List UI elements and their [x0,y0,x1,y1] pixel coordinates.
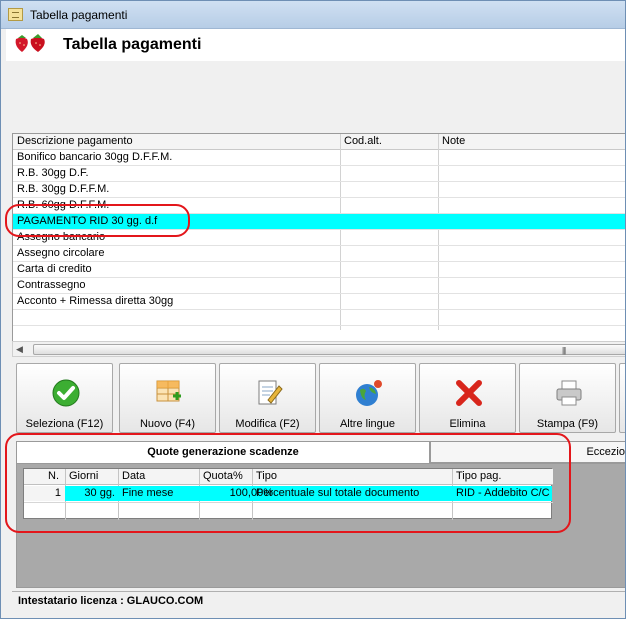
row-description: Bonifico bancario 30gg D.F.F.M. [17,151,173,163]
column-header-data[interactable]: Data [122,470,145,482]
horizontal-scrollbar[interactable]: ◀ ||| [12,341,625,357]
payments-grid[interactable]: Descrizione pagamento Cod.alt. Note Boni… [12,133,625,343]
languages-button[interactable]: Altre lingue [319,363,416,433]
delete-button-label: Elimina [449,418,486,430]
grid-header: Descrizione pagamento Cod.alt. Note [13,134,625,150]
row-description: R.B. 60gg D.F.F.M. [17,199,110,211]
edit-document-icon [258,380,283,405]
tab-strip: Quote generazione scadenze Eccezio [16,441,625,464]
column-header-description[interactable]: Descrizione pagamento [17,135,133,147]
select-button-label: Seleziona (F12) [25,418,104,430]
table-row-selected[interactable]: 30 gg. Fine mese 100,00% Percentuale sul… [65,486,552,501]
row-description: Carta di credito [17,263,92,275]
tab-label: Eccezio [586,446,625,458]
table-row[interactable]: R.B. 30gg D.F.F.M. [13,182,625,198]
installments-grid[interactable]: N. Giorni Data Quota% Tipo Tipo pag. 1 3… [23,468,553,520]
row-description: Assegno circolare [17,247,105,259]
cell-tipo-pag: RID - Addebito C/C [456,487,550,499]
print-button-label: Stampa (F9) [536,418,599,430]
row-number-cell[interactable]: 1 [24,486,65,501]
new-button[interactable]: Nuovo (F4) [119,363,216,433]
table-row[interactable]: R.B. 30gg D.F. [13,166,625,182]
row-description: Contrassegno [17,279,86,291]
tab-panel: N. Giorni Data Quota% Tipo Tipo pag. 1 3… [16,463,625,588]
cell-giorni: 30 gg. [84,487,115,499]
new-record-icon [156,380,181,402]
delete-button[interactable]: Elimina [419,363,516,433]
window-icon [8,8,23,21]
checkmark-icon [52,379,80,407]
toolbar: Seleziona (F12) Nuovo (F4) Modifica (F2) [16,363,625,434]
tab-label: Quote generazione scadenze [147,446,299,458]
column-header-quota[interactable]: Quota% [203,470,243,482]
cell-data: Fine mese [122,487,174,499]
table-row[interactable]: Assegno circolare [13,246,625,262]
status-bar: Intestatario licenza : GLAUCO.COM [12,591,625,611]
strawberry-icon [15,34,45,52]
table-row[interactable]: Bonifico bancario 30gg D.F.F.M. [13,150,625,166]
grip-icon: ||| [562,346,566,355]
spacer [6,61,625,132]
row-description: PAGAMENTO RID 30 gg. d.f [17,215,158,227]
globe-icon [356,380,382,406]
select-button[interactable]: Seleziona (F12) [16,363,113,433]
column-header-tipo-pag[interactable]: Tipo pag. [456,470,501,482]
row-description: Assegno bancario [17,231,106,243]
column-header-tipo[interactable]: Tipo [256,470,277,482]
edit-button[interactable]: Modifica (F2) [219,363,316,433]
column-header-n[interactable]: N. [48,470,59,482]
window-title: Tabella pagamenti [30,8,128,22]
more-button[interactable] [619,363,625,433]
delete-x-icon [456,380,482,406]
license-owner: Intestatario licenza : GLAUCO.COM [18,595,204,607]
title-bar[interactable]: Tabella pagamenti [1,1,625,29]
languages-button-label: Altre lingue [339,418,396,430]
table-row[interactable]: Contrassegno [13,278,625,294]
column-header-notes[interactable]: Note [442,135,465,147]
table-row[interactable]: Carta di credito [13,262,625,278]
edit-button-label: Modifica (F2) [235,418,300,430]
table-row-selected[interactable]: PAGAMENTO RID 30 gg. d.f [13,214,625,230]
cell-n: 1 [54,487,61,499]
header: Tabella pagamenti [6,29,625,61]
table-row-empty[interactable] [24,502,553,518]
row-description: R.B. 30gg D.F. [17,167,89,179]
table-row-empty[interactable] [13,310,625,326]
page-title: Tabella pagamenti [63,36,202,53]
print-button[interactable]: Stampa (F9) [519,363,616,433]
new-button-label: Nuovo (F4) [139,418,196,430]
cell-tipo: Percentuale sul totale documento [256,487,420,499]
table-row[interactable]: R.B. 60gg D.F.F.M. [13,198,625,214]
app-window: Tabella pagamenti Tabella pagamenti Desc… [0,0,626,619]
printer-icon [556,380,582,406]
column-header-alt-code[interactable]: Cod.alt. [344,135,382,147]
scroll-left-icon[interactable]: ◀ [16,344,23,355]
table-row[interactable]: Assegno bancario [13,230,625,246]
tab-eccezioni[interactable]: Eccezio [430,441,625,463]
table-row[interactable]: Acconto + Rimessa diretta 30gg [13,294,625,310]
row-description: Acconto + Rimessa diretta 30gg [17,295,174,307]
row-description: R.B. 30gg D.F.F.M. [17,183,110,195]
tab-quote-generazione-scadenze[interactable]: Quote generazione scadenze [16,441,430,464]
grid-header: N. Giorni Data Quota% Tipo Tipo pag. [24,469,553,485]
column-header-giorni[interactable]: Giorni [69,470,98,482]
scroll-thumb[interactable]: ||| [33,344,625,355]
